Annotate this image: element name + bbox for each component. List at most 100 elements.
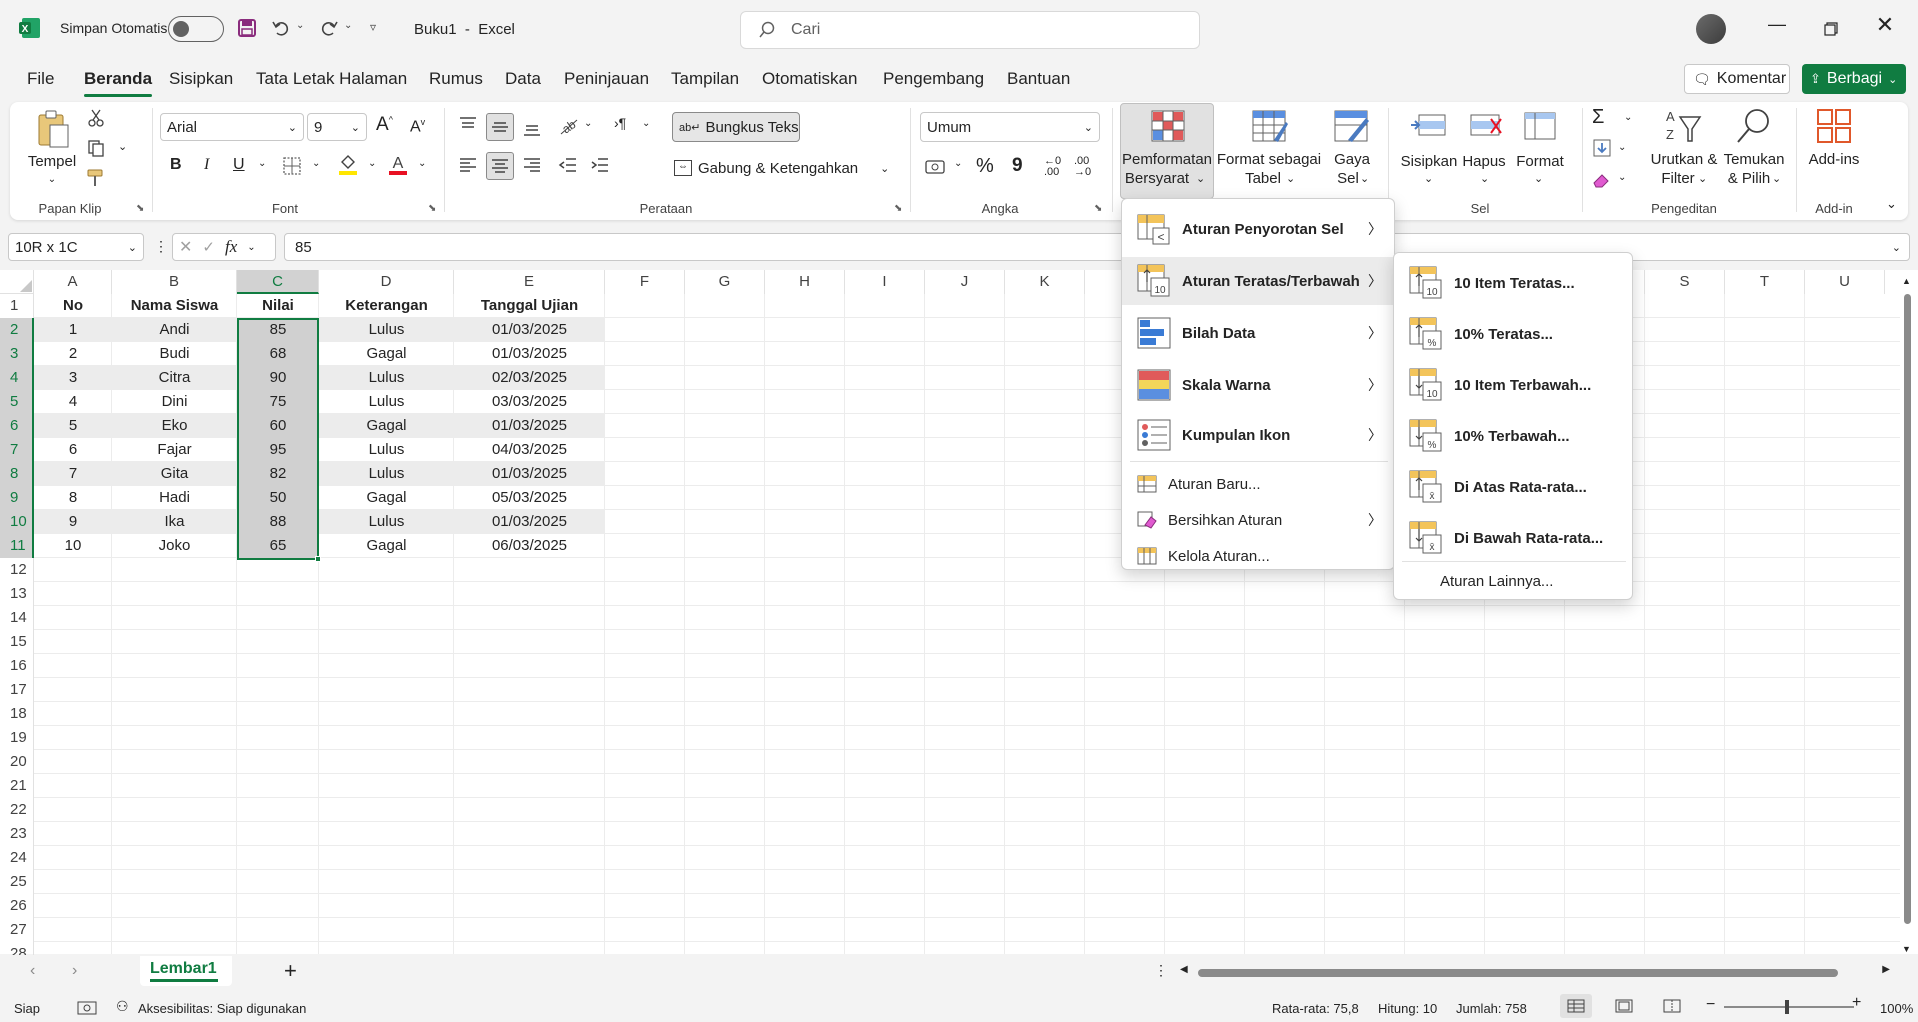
table-cell[interactable]: Lulus (319, 438, 454, 462)
row-header[interactable]: 6 (0, 414, 34, 438)
zoom-in-icon[interactable]: + (1852, 994, 1861, 1012)
page-break-view-icon[interactable] (1660, 994, 1684, 1018)
column-header[interactable]: S (1645, 270, 1725, 294)
undo-icon[interactable] (270, 17, 292, 39)
row-header[interactable]: 19 (0, 726, 34, 750)
submenu-item[interactable]: 10 10 Item Teratas... (1394, 261, 1632, 305)
column-header[interactable]: T (1725, 270, 1805, 294)
table-cell[interactable]: Nilai (237, 294, 319, 318)
menu-item-icon-sets[interactable]: Kumpulan Ikon 〉 (1122, 413, 1394, 457)
zoom-slider[interactable] (1724, 1000, 1854, 1014)
table-cell[interactable]: Gagal (319, 534, 454, 558)
add-sheet-icon[interactable]: + (284, 958, 297, 984)
redo-dropdown-icon[interactable]: ⌄ (344, 20, 352, 31)
table-cell[interactable]: 01/03/2025 (454, 414, 605, 438)
name-box[interactable]: 10R x 1C ⌄ (8, 233, 144, 261)
tab-beranda[interactable]: Beranda (84, 69, 153, 97)
menu-item-manage-rules[interactable]: Kelola Aturan... (1122, 539, 1394, 573)
table-cell[interactable]: 1 (34, 318, 112, 342)
row-header[interactable]: 27 (0, 918, 34, 942)
scroll-down-icon[interactable]: ▼ (1902, 944, 1911, 954)
table-cell[interactable]: Fajar (112, 438, 237, 462)
number-launcher-icon[interactable]: ⬊ (1094, 203, 1102, 214)
row-header[interactable]: 3 (0, 342, 34, 366)
share-button[interactable]: ⇪ Berbagi ⌄ (1802, 64, 1906, 94)
copy-dropdown-icon[interactable]: ⌄ (118, 140, 127, 153)
menu-item-highlight-rules[interactable]: < Aturan Penyorotan Sel 〉 (1122, 209, 1394, 249)
column-header[interactable]: E (454, 270, 605, 294)
row-header[interactable]: 2 (0, 318, 34, 342)
table-cell[interactable]: 01/03/2025 (454, 462, 605, 486)
row-header[interactable]: 11 (0, 534, 34, 558)
delete-cells-label[interactable]: Hapus (1458, 152, 1510, 171)
table-cell[interactable]: Lulus (319, 318, 454, 342)
menu-item-more-rules[interactable]: Aturan Lainnya... (1394, 565, 1632, 597)
column-header[interactable]: C (237, 270, 319, 294)
wrap-text-button[interactable]: ab↵ Bungkus Teks (672, 112, 800, 142)
table-cell[interactable]: 7 (34, 462, 112, 486)
table-cell[interactable]: 04/03/2025 (454, 438, 605, 462)
column-header[interactable]: H (765, 270, 845, 294)
row-header[interactable]: 13 (0, 582, 34, 606)
tab-file[interactable]: File (27, 69, 54, 89)
row-header[interactable]: 26 (0, 894, 34, 918)
table-cell[interactable]: Tanggal Ujian (454, 294, 605, 318)
align-center-icon[interactable] (486, 152, 514, 180)
row-header[interactable]: 9 (0, 486, 34, 510)
row-header[interactable]: 23 (0, 822, 34, 846)
number-format-select[interactable]: Umum ⌄ (920, 112, 1100, 142)
minimize-button[interactable]: ― (1762, 14, 1792, 44)
comma-button[interactable]: 9 (1012, 155, 1023, 177)
increase-decimal-icon[interactable]: ←0.00 (1044, 156, 1061, 178)
add-ins-icon[interactable] (1814, 106, 1854, 146)
paste-dropdown-icon[interactable]: ⌄ (44, 170, 60, 189)
undo-dropdown-icon[interactable]: ⌄ (296, 20, 304, 31)
table-cell[interactable]: Gagal (319, 414, 454, 438)
previous-sheet-icon[interactable]: ‹ (30, 962, 35, 980)
close-button[interactable]: ✕ (1870, 12, 1900, 42)
row-header[interactable]: 10 (0, 510, 34, 534)
find-select-label-1[interactable]: Temukan (1722, 150, 1786, 169)
format-as-table-label-1[interactable]: Format sebagai (1214, 150, 1324, 169)
macro-record-icon[interactable] (76, 999, 98, 1017)
currency-icon[interactable] (924, 155, 948, 179)
decrease-font-icon[interactable]: Av (410, 117, 425, 136)
font-size-select[interactable]: 9 ⌄ (307, 113, 367, 141)
cancel-icon[interactable]: ✕ (179, 237, 192, 257)
sort-filter-label-2[interactable]: Filter (1656, 169, 1700, 188)
formula-options-icon[interactable]: ⋮ (154, 238, 168, 255)
table-cell[interactable]: 2 (34, 342, 112, 366)
find-select-label-2[interactable]: & Pilih (1722, 169, 1776, 188)
sheet-tab-lembar1[interactable]: Lembar1 (140, 956, 232, 986)
tab-otomatiskan[interactable]: Otomatiskan (762, 69, 857, 89)
currency-dropdown-icon[interactable]: ⌄ (954, 158, 962, 169)
merge-center-button[interactable]: ⇔ Gabung & Ketengahkan ⌄ (674, 154, 894, 182)
format-as-table-icon[interactable] (1250, 108, 1290, 146)
align-left-icon[interactable] (456, 153, 480, 177)
tab-data[interactable]: Data (505, 69, 541, 89)
tab-pengembang[interactable]: Pengembang (883, 69, 984, 89)
table-cell[interactable]: No (34, 294, 112, 318)
horizontal-scroll-thumb[interactable] (1198, 969, 1838, 977)
cell-styles-label-1[interactable]: Gaya (1332, 150, 1372, 169)
table-cell[interactable]: 06/03/2025 (454, 534, 605, 558)
clipboard-launcher-icon[interactable]: ⬊ (136, 203, 144, 214)
align-right-icon[interactable] (520, 153, 544, 177)
avatar[interactable] (1696, 14, 1726, 44)
cut-icon[interactable] (84, 106, 108, 130)
select-all-corner[interactable] (0, 270, 34, 294)
table-cell[interactable]: Gita (112, 462, 237, 486)
delete-cells-icon[interactable] (1466, 108, 1506, 144)
tab-sisipkan[interactable]: Sisipkan (169, 69, 233, 89)
submenu-item[interactable]: x̄ Di Atas Rata-rata... (1394, 465, 1632, 509)
redo-icon[interactable] (318, 17, 340, 39)
row-header[interactable]: 12 (0, 558, 34, 582)
table-cell[interactable]: Lulus (319, 366, 454, 390)
scroll-right-icon[interactable]: ▶ (1882, 964, 1890, 975)
orientation-icon[interactable]: ab (556, 113, 580, 137)
format-cells-label[interactable]: Format (1512, 152, 1568, 171)
search-box[interactable]: Cari (740, 11, 1200, 49)
align-middle-icon[interactable] (486, 113, 514, 141)
zoom-out-icon[interactable]: − (1706, 996, 1715, 1014)
column-header[interactable]: U (1805, 270, 1885, 294)
